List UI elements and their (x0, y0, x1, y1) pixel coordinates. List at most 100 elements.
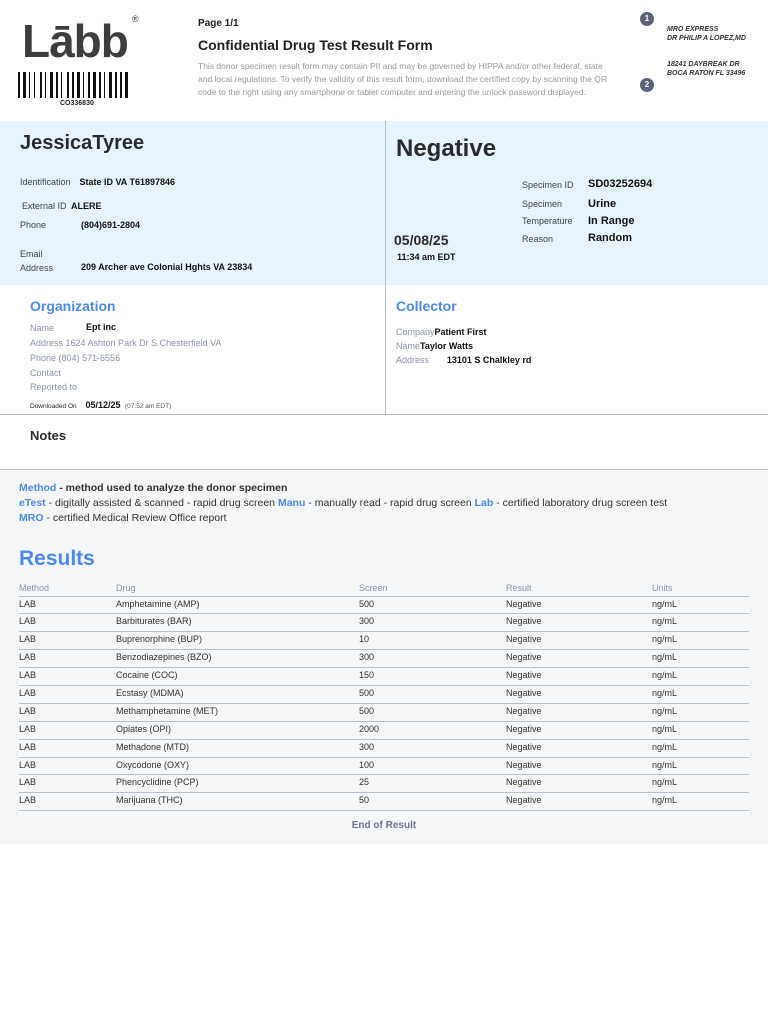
cell-method: LAB (19, 739, 116, 758)
table-row: LAB Phencyclidine (PCP) 25 Negative ng/mL (19, 774, 749, 794)
cell-result: Negative (506, 649, 652, 669)
cell-drug: Buprenorphine (BUP) (116, 631, 359, 651)
result-status: Negative (396, 135, 497, 162)
cell-drug: Marijuana (THC) (116, 792, 359, 812)
barcode-bar (50, 72, 53, 98)
table-row: LAB Benzodiazepines (BZO) 300 Negative ng/mL (19, 649, 749, 669)
cell-method: LAB (19, 774, 116, 794)
barcode-bar (45, 72, 46, 98)
barcode-number: CO336830 (60, 100, 94, 107)
cell-result: Negative (506, 739, 652, 758)
collection-date: 05/08/25 (394, 232, 449, 248)
disclaimer: This donor specimen result form may cont… (198, 61, 608, 97)
cell-result: Negative (506, 685, 652, 704)
barcode-bar (123, 72, 124, 98)
barcode-bar (27, 72, 28, 98)
barcode-bar (40, 72, 42, 98)
specimen-id-label: Specimen ID (522, 180, 574, 190)
legend-lab: Lab (474, 497, 494, 509)
barcode-bar (109, 72, 112, 98)
cell-drug: Opiates (OPI) (116, 721, 359, 740)
cell-method: LAB (19, 685, 116, 704)
mro-doctor: DR PHILIP A LOPEZ,MD (667, 35, 746, 42)
cell-screen: 25 (359, 774, 506, 794)
barcode-bar (113, 72, 114, 98)
cell-result: Negative (506, 631, 652, 651)
table-header: Method Drug Screen Result Units (19, 581, 749, 597)
address-value: 209 Archer ave Colonial Hghts VA 23834 (81, 262, 253, 272)
results-table: Method Drug Screen Result Units LAB Amphe… (19, 581, 749, 812)
specimen-label: Specimen (522, 199, 563, 209)
horizontal-divider (0, 414, 768, 415)
temperature-label: Temperature (522, 216, 573, 226)
barcode-bar (91, 72, 92, 98)
cell-units: ng/mL (652, 685, 749, 704)
reason-label: Reason (522, 234, 554, 244)
barcode-bar (99, 72, 101, 98)
labb-logo: Lābb (22, 15, 129, 67)
col-drug: Drug (116, 581, 359, 597)
cell-drug: Amphetamine (AMP) (116, 596, 359, 615)
vertical-divider (385, 121, 386, 414)
table-row: LAB Buprenorphine (BUP) 10 Negative ng/mL (19, 631, 749, 651)
barcode-bar (83, 72, 84, 98)
barcode-bar (97, 72, 98, 98)
table-row: LAB Oxycodone (OXY) 100 Negative ng/mL (19, 757, 749, 776)
mro-street: 18241 DAYBREAK DR (667, 61, 740, 68)
barcode-bar (102, 72, 103, 98)
barcode-bar (56, 72, 58, 98)
cell-drug: Phencyclidine (PCP) (116, 774, 359, 794)
external-id-value: ALERE (70, 201, 102, 211)
identification-value: State ID VA T61897846 (79, 177, 175, 187)
org-reported-to: Reported to (30, 382, 78, 392)
cell-method: LAB (19, 721, 116, 740)
notes-title: Notes (30, 428, 67, 443)
cell-method: LAB (19, 667, 116, 686)
cell-method: LAB (19, 649, 116, 669)
cell-screen: 300 (359, 649, 506, 669)
cell-drug: Ecstasy (MDMA) (116, 685, 359, 704)
org-name-label: Name (30, 323, 55, 333)
legend-method: Method (19, 482, 57, 494)
cell-result: Negative (506, 757, 652, 776)
col-result: Result (506, 581, 652, 597)
org-name-value: Ept inc (86, 322, 117, 332)
collector-title: Collector (396, 298, 457, 314)
barcode-bar (125, 72, 128, 98)
cell-drug: Oxycodone (OXY) (116, 757, 359, 776)
table-row: LAB Marijuana (THC) 50 Negative ng/mL (19, 792, 749, 812)
badge-2: 2 (640, 78, 654, 92)
donor-name: JessicaTyree (20, 132, 145, 154)
cell-method: LAB (19, 703, 116, 722)
cell-units: ng/mL (652, 667, 749, 686)
specimen-id-value: SD03252694 (588, 178, 653, 190)
collection-time: 11:34 am EDT (397, 252, 456, 262)
cell-units: ng/mL (652, 613, 749, 633)
barcode-bar (63, 72, 66, 98)
cell-units: ng/mL (652, 703, 749, 722)
temperature-value: In Range (588, 215, 635, 227)
barcode (18, 72, 146, 98)
cell-method: LAB (19, 757, 116, 776)
legend-mro: MRO (19, 512, 44, 524)
table-row: LAB Methadone (MTD) 300 Negative ng/mL (19, 739, 749, 758)
legend-manu: Manu (277, 497, 306, 509)
cell-screen: 500 (359, 685, 506, 704)
org-phone: Phone (804) 571-6556 (30, 353, 121, 363)
barcode-bar (85, 72, 87, 98)
cell-units: ng/mL (652, 757, 749, 776)
col-method: Method (19, 581, 116, 597)
mro-city: BOCA RATON FL 33496 (667, 70, 746, 77)
cell-result: Negative (506, 667, 652, 686)
specimen-value: Urine (588, 198, 617, 210)
barcode-bar (31, 72, 33, 98)
identification-label: Identification (20, 177, 71, 187)
barcode-bar (29, 72, 30, 98)
cell-result: Negative (506, 792, 652, 812)
barcode-bar (118, 72, 119, 98)
cell-units: ng/mL (652, 792, 749, 812)
barcode-bar (106, 72, 108, 98)
cell-screen: 150 (359, 667, 506, 686)
col-units: Units (652, 581, 749, 597)
cell-units: ng/mL (652, 774, 749, 794)
